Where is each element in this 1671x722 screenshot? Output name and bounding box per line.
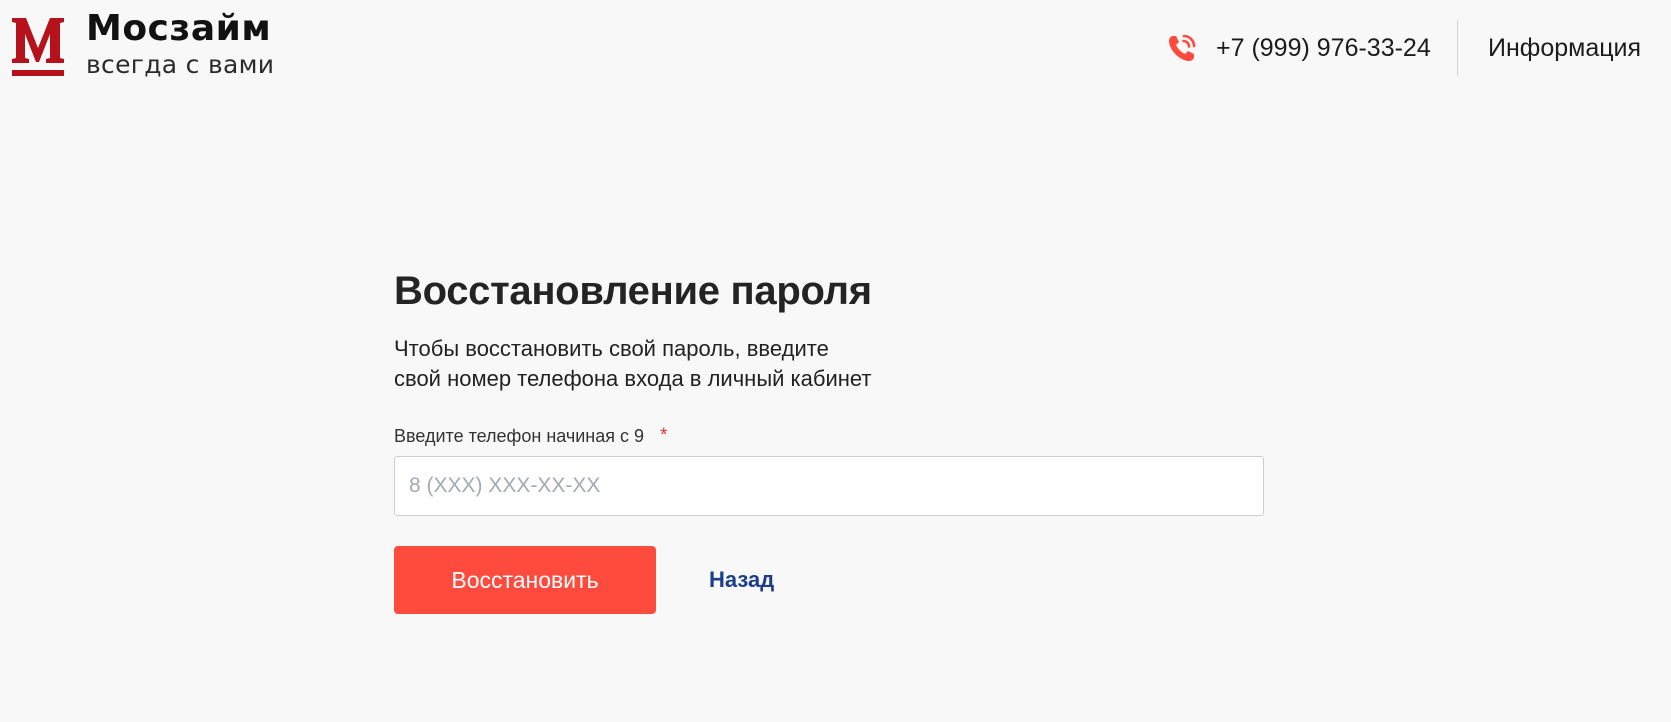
logo-name: Мосзайм [86, 8, 272, 49]
password-recovery-page: Мосзайм всегда с вами +7 (999) 976-33-24… [0, 0, 1671, 722]
logo-text: Мосзайм всегда с вами [86, 10, 274, 80]
logo-tagline: всегда с вами [86, 50, 275, 79]
required-mark: * [660, 425, 668, 446]
phone-field-label: Введите телефон начиная с 9 * [394, 424, 1264, 448]
logo-m-icon [10, 10, 66, 80]
page-title: Восстановление пароля [394, 269, 872, 313]
site-logo[interactable]: Мосзайм всегда с вами [10, 10, 274, 82]
header-divider [1457, 20, 1458, 76]
form-description: Чтобы восстановить свой пароль, введите … [394, 334, 1264, 394]
back-link[interactable]: Назад [709, 567, 774, 593]
phone-call-icon [1169, 34, 1196, 61]
restore-button[interactable]: Восстановить [394, 546, 656, 614]
phone-input[interactable] [394, 456, 1264, 516]
phone-field-label-text: Введите телефон начиная с 9 [394, 426, 645, 446]
form-description-line1: Чтобы восстановить свой пароль, введите [394, 336, 829, 361]
header-phone-link[interactable]: +7 (999) 976-33-24 [1166, 28, 1431, 68]
recovery-form: Восстановление пароля Чтобы восстановить… [394, 262, 1264, 614]
site-header: Мосзайм всегда с вами +7 (999) 976-33-24… [0, 0, 1671, 96]
info-link[interactable]: Информация [1488, 30, 1641, 66]
header-phone-number: +7 (999) 976-33-24 [1216, 34, 1431, 62]
form-description-line2: свой номер телефона входа в личный кабин… [394, 366, 872, 391]
form-actions: Восстановить Назад [394, 546, 1264, 614]
